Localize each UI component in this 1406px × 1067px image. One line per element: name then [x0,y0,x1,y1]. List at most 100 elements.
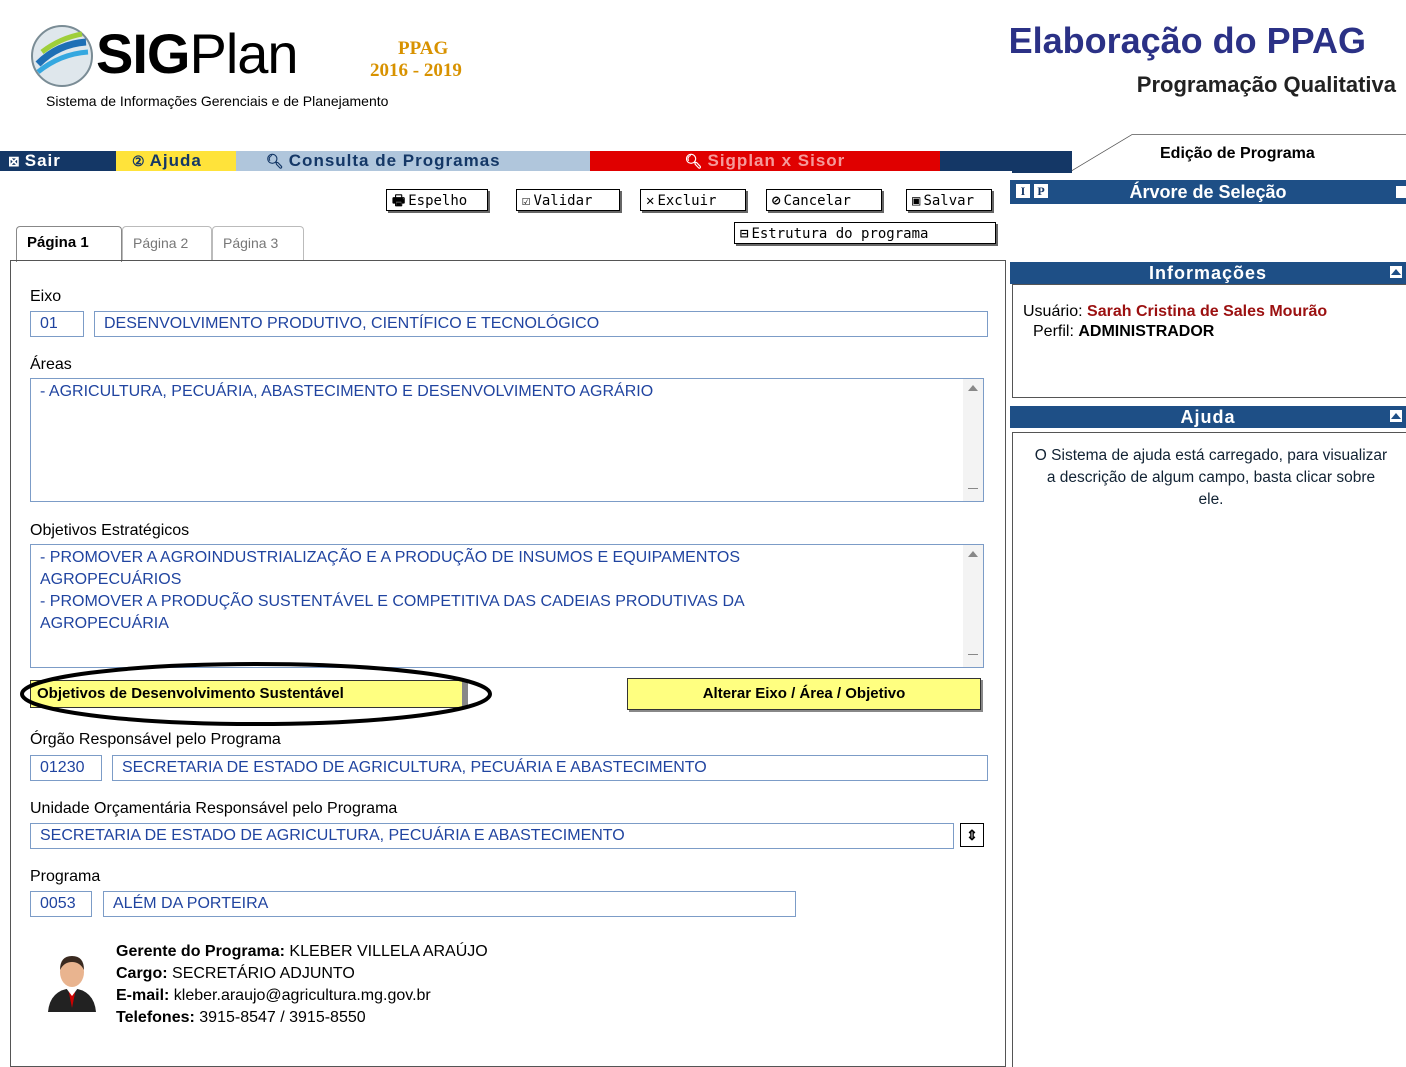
gerente-email-row: E-mail: kleber.araujo@agricultura.mg.gov… [116,985,488,1007]
estrutura-programa-button[interactable]: ⊟ Estrutura do programa [734,222,996,244]
orgao-code-field[interactable]: 01230 [30,755,102,781]
salvar-label: Salvar [923,193,975,209]
gerente-email: kleber.araujo@agricultura.mg.gov.br [173,987,431,1004]
ajuda-title: Ajuda [1180,407,1236,427]
gerente-nome: KLEBER VILLELA ARAÚJO [289,943,488,960]
search-icon: 🔍︎ [266,153,285,169]
espelho-button[interactable]: 🖶 Espelho [386,189,488,211]
menu-ajuda-label: Ajuda [149,151,202,170]
gerente-cargo-row: Cargo: SECRETÁRIO ADJUNTO [116,963,488,985]
menu-ajuda[interactable]: ② Ajuda [116,151,236,171]
sigplan-logo-text: SIGPlan [96,22,299,86]
save-icon: ▣ [912,193,921,209]
ip-i-icon[interactable]: I [1016,184,1030,198]
page-title: Elaboração do PPAG [1008,20,1366,61]
chevron-down-icon[interactable] [1396,186,1406,198]
areas-scrollbar[interactable] [963,379,983,501]
user-avatar-icon [48,956,96,1012]
ppag-years: 2016 - 2019 [370,60,462,81]
unidade-field[interactable]: SECRETARIA DE ESTADO DE AGRICULTURA, PEC… [30,823,954,849]
tab-pagina-2[interactable]: Página 2 [122,226,212,260]
informacoes-title: Informações [1148,263,1268,283]
gerente-email-label: E-mail: [116,987,170,1004]
gerente-cargo-label: Cargo: [116,965,168,982]
scroll-down-icon[interactable] [968,488,978,489]
orgao-label: Órgão Responsável pelo Programa [30,731,281,748]
sigplan-logo-swirl-icon [31,25,93,87]
eixo-label: Eixo [30,288,62,305]
ppag-label: PPAG [398,38,449,59]
menu-sair[interactable]: ⊠ Sair [8,151,108,171]
objetivos-scrollbar[interactable] [963,545,983,667]
areas-label: Áreas [30,356,72,373]
perfil-value: ADMINISTRADOR [1078,323,1215,340]
gerente-telefones-row: Telefones: 3915-8547 / 3915-8550 [116,1007,488,1029]
collapse-icon[interactable] [1390,266,1402,278]
page-subtitle: Programação Qualitativa [1136,72,1396,97]
programa-code-field[interactable]: 0053 [30,891,92,917]
validar-label: Validar [533,193,593,209]
ajuda-panel: O Sistema de ajuda está carregado, para … [1012,432,1406,1067]
eixo-name-field[interactable]: DESENVOLVIMENTO PRODUTIVO, CIENTÍFICO E … [94,311,988,337]
cancelar-button[interactable]: ⊘ Cancelar [766,189,882,211]
orgao-name-field[interactable]: SECRETARIA DE ESTADO DE AGRICULTURA, PEC… [112,755,988,781]
alterar-eixo-button[interactable]: Alterar Eixo / Área / Objetivo [627,678,981,710]
tab-pagina-1[interactable]: Página 1 [16,226,122,262]
tab-pagina-3[interactable]: Página 3 [212,226,304,260]
logo-bold: SIG [96,22,190,85]
objetivos-line-2: AGROPECUÁRIOS [40,571,182,588]
programa-label: Programa [30,868,101,885]
objetivos-line-1: - PROMOVER A AGROINDUSTRIALIZAÇÃO E A PR… [40,549,740,566]
informacoes-header: Informações [1010,262,1406,284]
menu-sisor-label: Sigplan x Sisor [707,151,846,170]
espelho-label: Espelho [408,193,468,209]
menu-consulta-programas[interactable]: 🔍︎ Consulta de Programas [236,151,590,171]
arvore-title: Árvore de Seleção [1129,182,1287,202]
refresh-icon[interactable]: ⇕ [960,823,984,847]
menu-sigplan-sisor[interactable]: 🔍︎ Sigplan x Sisor [590,151,940,171]
objetivos-line-4: AGROPECUÁRIA [40,615,169,632]
objetivos-line-3: - PROMOVER A PRODUÇÃO SUSTENTÁVEL E COMP… [40,593,745,610]
scroll-up-icon[interactable] [968,551,978,557]
close-box-icon: ⊠ [8,153,21,169]
objetivos-textarea[interactable]: - PROMOVER A AGROINDUSTRIALIZAÇÃO E A PR… [30,544,984,668]
menu-sair-label: Sair [24,151,61,170]
areas-text: - AGRICULTURA, PECUÁRIA, ABASTECIMENTO E… [40,383,654,400]
eixo-code-field[interactable]: 01 [30,311,84,337]
logo-subtitle: Sistema de Informações Gerenciais e de P… [46,93,389,109]
programa-name-field[interactable]: ALÉM DA PORTEIRA [103,891,796,917]
usuario-label: Usuário: [1023,303,1083,320]
gerente-nome-label: Gerente do Programa: [116,943,285,960]
edicao-programa-tab[interactable]: Edição de Programa [1160,145,1315,163]
validar-button[interactable]: ☑ Validar [516,189,620,211]
excluir-button[interactable]: ✕ Excluir [640,189,746,211]
printer-icon: 🖶 [392,193,406,209]
perfil-row: Perfil: ADMINISTRADOR [1033,323,1214,341]
menu-consulta-label: Consulta de Programas [288,151,501,170]
tab-pagina-2-label: Página 2 [133,235,189,251]
logo-light: Plan [189,22,298,85]
structure-icon: ⊟ [740,226,749,242]
checklist-icon: ☑ [522,193,531,209]
salvar-button[interactable]: ▣ Salvar [906,189,992,211]
search-icon: 🔍︎ [684,153,704,169]
tab-pagina-1-label: Página 1 [27,234,89,251]
arvore-header: I P Árvore de Seleção [1010,180,1406,204]
objetivos-label: Objetivos Estratégicos [30,522,190,539]
excluir-label: Excluir [657,193,717,209]
gerente-telefones-label: Telefones: [116,1009,195,1026]
estrutura-label: Estrutura do programa [751,226,929,242]
ajuda-text: O Sistema de ajuda está carregado, para … [1034,447,1388,508]
areas-textarea[interactable]: - AGRICULTURA, PECUÁRIA, ABASTECIMENTO E… [30,378,984,502]
delete-icon: ✕ [646,193,655,209]
ip-p-icon[interactable]: P [1034,184,1048,198]
cancelar-label: Cancelar [783,193,851,209]
gerente-cargo: SECRETÁRIO ADJUNTO [172,965,355,982]
gerente-telefones: 3915-8547 / 3915-8550 [199,1009,366,1026]
usuario-name: Sarah Cristina de Sales Mourão [1087,303,1328,320]
gerente-info: Gerente do Programa: KLEBER VILLELA ARAÚ… [116,941,488,1029]
collapse-icon[interactable] [1390,410,1402,422]
tab-pagina-3-label: Página 3 [223,235,279,251]
scroll-down-icon[interactable] [968,654,978,655]
scroll-up-icon[interactable] [968,385,978,391]
